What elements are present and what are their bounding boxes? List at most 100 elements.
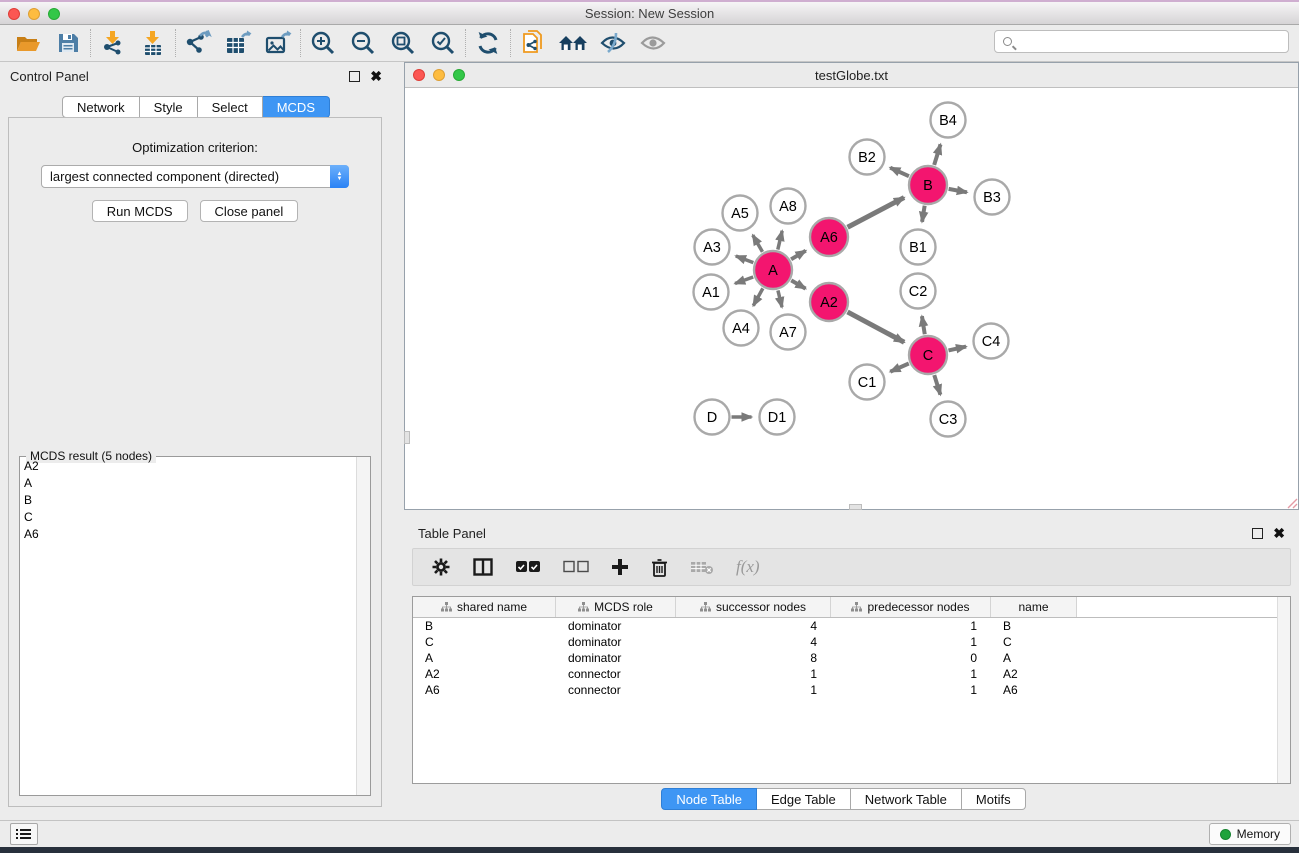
edge-A-A4[interactable] bbox=[753, 288, 763, 305]
function-builder-button[interactable]: f(x) bbox=[736, 557, 760, 577]
result-scrollbar[interactable] bbox=[356, 457, 370, 795]
edge-A-A2[interactable] bbox=[791, 280, 805, 288]
show-column-button[interactable] bbox=[473, 558, 493, 576]
edge-A6-B[interactable] bbox=[848, 198, 905, 228]
node-B1[interactable]: B1 bbox=[901, 230, 936, 265]
column-header-name[interactable]: name bbox=[991, 597, 1077, 617]
edge-A-A1[interactable] bbox=[735, 277, 753, 283]
edge-A-A5[interactable] bbox=[753, 235, 763, 252]
result-item[interactable]: A bbox=[20, 475, 356, 492]
run-mcds-button[interactable]: Run MCDS bbox=[92, 200, 188, 222]
memory-button[interactable]: Memory bbox=[1209, 823, 1291, 845]
table-float-panel-icon[interactable] bbox=[1252, 528, 1263, 539]
network-minimize-button[interactable] bbox=[433, 69, 445, 81]
tab-node-table[interactable]: Node Table bbox=[661, 788, 757, 810]
import-table-button[interactable] bbox=[133, 27, 173, 59]
bottom-grip-handle[interactable] bbox=[849, 504, 862, 510]
tab-motifs[interactable]: Motifs bbox=[962, 788, 1026, 810]
edge-A-A3[interactable] bbox=[736, 256, 753, 263]
tab-edge-table[interactable]: Edge Table bbox=[757, 788, 851, 810]
left-grip-handle[interactable] bbox=[404, 431, 410, 444]
table-row[interactable]: Adominator80A bbox=[413, 650, 1290, 666]
table-row[interactable]: A6connector11A6 bbox=[413, 682, 1290, 698]
float-panel-icon[interactable] bbox=[349, 71, 360, 82]
table-options-button[interactable] bbox=[431, 557, 451, 577]
node-A[interactable]: A bbox=[754, 251, 792, 289]
edge-C-C1[interactable] bbox=[890, 363, 908, 371]
zoom-in-button[interactable] bbox=[303, 27, 343, 59]
open-session-button[interactable] bbox=[8, 27, 48, 59]
edge-B-B1[interactable] bbox=[922, 206, 925, 222]
delete-table-button[interactable] bbox=[690, 559, 714, 575]
optimization-criterion-select[interactable]: largest connected component (directed) ▲… bbox=[41, 165, 349, 188]
tab-network-table[interactable]: Network Table bbox=[851, 788, 962, 810]
edge-B-B2[interactable] bbox=[890, 168, 909, 177]
zoom-fit-button[interactable] bbox=[383, 27, 423, 59]
edge-C-C4[interactable] bbox=[948, 347, 966, 351]
node-A8[interactable]: A8 bbox=[771, 189, 806, 224]
tab-style[interactable]: Style bbox=[140, 96, 198, 118]
table-row[interactable]: A2connector11A2 bbox=[413, 666, 1290, 682]
close-panel-button[interactable]: Close panel bbox=[200, 200, 299, 222]
node-A5[interactable]: A5 bbox=[723, 196, 758, 231]
add-column-button[interactable] bbox=[611, 558, 629, 576]
column-header-MCDS-role[interactable]: MCDS role bbox=[556, 597, 676, 617]
export-network-button[interactable] bbox=[178, 27, 218, 59]
result-item[interactable]: B bbox=[20, 492, 356, 509]
node-A7[interactable]: A7 bbox=[771, 315, 806, 350]
node-A3[interactable]: A3 bbox=[695, 230, 730, 265]
node-B2[interactable]: B2 bbox=[850, 140, 885, 175]
task-history-button[interactable] bbox=[10, 823, 38, 845]
search-input[interactable] bbox=[1018, 34, 1288, 49]
node-A6[interactable]: A6 bbox=[810, 218, 848, 256]
tab-mcds[interactable]: MCDS bbox=[263, 96, 330, 118]
network-canvas[interactable]: B4B2BB3A8A5A6A3B1AA1C2A2A4A7C4CC1C3DD1 bbox=[405, 88, 1298, 509]
node-C3[interactable]: C3 bbox=[931, 402, 966, 437]
save-session-button[interactable] bbox=[48, 27, 88, 59]
delete-column-button[interactable] bbox=[651, 558, 668, 577]
resize-corner-icon[interactable] bbox=[1286, 497, 1298, 509]
first-neighbors-button[interactable] bbox=[553, 27, 593, 59]
node-A1[interactable]: A1 bbox=[694, 275, 729, 310]
network-window-titlebar[interactable]: testGlobe.txt bbox=[405, 63, 1298, 88]
network-close-button[interactable] bbox=[413, 69, 425, 81]
close-panel-icon[interactable]: ✖ bbox=[370, 71, 382, 82]
result-item[interactable]: A6 bbox=[20, 526, 356, 543]
column-header-successor-nodes[interactable]: successor nodes bbox=[676, 597, 831, 617]
edge-A2-C[interactable] bbox=[848, 312, 905, 342]
node-B[interactable]: B bbox=[909, 166, 947, 204]
node-D[interactable]: D bbox=[695, 400, 730, 435]
node-B4[interactable]: B4 bbox=[931, 103, 966, 138]
edge-A-A6[interactable] bbox=[791, 251, 806, 260]
zoom-window-button[interactable] bbox=[48, 8, 60, 20]
minimize-window-button[interactable] bbox=[28, 8, 40, 20]
column-header-predecessor-nodes[interactable]: predecessor nodes bbox=[831, 597, 991, 617]
network-zoom-button[interactable] bbox=[453, 69, 465, 81]
duplicate-network-button[interactable] bbox=[513, 27, 553, 59]
edge-A-A8[interactable] bbox=[778, 231, 782, 250]
table-row[interactable]: Bdominator41B bbox=[413, 618, 1290, 634]
table-close-panel-icon[interactable]: ✖ bbox=[1273, 528, 1285, 539]
zoom-selected-button[interactable] bbox=[423, 27, 463, 59]
network-search-field[interactable] bbox=[994, 30, 1289, 53]
column-header-shared-name[interactable]: shared name bbox=[413, 597, 556, 617]
node-B3[interactable]: B3 bbox=[975, 180, 1010, 215]
node-A4[interactable]: A4 bbox=[724, 311, 759, 346]
select-all-button[interactable] bbox=[515, 560, 541, 574]
node-A2[interactable]: A2 bbox=[810, 283, 848, 321]
node-C[interactable]: C bbox=[909, 336, 947, 374]
result-item[interactable]: A2 bbox=[20, 458, 356, 475]
edge-A-A7[interactable] bbox=[778, 290, 782, 307]
network-graph[interactable]: B4B2BB3A8A5A6A3B1AA1C2A2A4A7C4CC1C3DD1 bbox=[405, 88, 1298, 509]
zoom-out-button[interactable] bbox=[343, 27, 383, 59]
export-table-button[interactable] bbox=[218, 27, 258, 59]
mcds-result-list[interactable]: A2ABCA6 bbox=[20, 458, 356, 795]
edge-C-C2[interactable] bbox=[922, 316, 925, 334]
edge-B-B4[interactable] bbox=[934, 144, 940, 165]
tab-select[interactable]: Select bbox=[198, 96, 263, 118]
table-scrollbar[interactable] bbox=[1277, 597, 1290, 783]
table-row[interactable]: Cdominator41C bbox=[413, 634, 1290, 650]
deselect-all-button[interactable] bbox=[563, 560, 589, 574]
edge-C-C3[interactable] bbox=[934, 375, 940, 395]
import-network-button[interactable] bbox=[93, 27, 133, 59]
